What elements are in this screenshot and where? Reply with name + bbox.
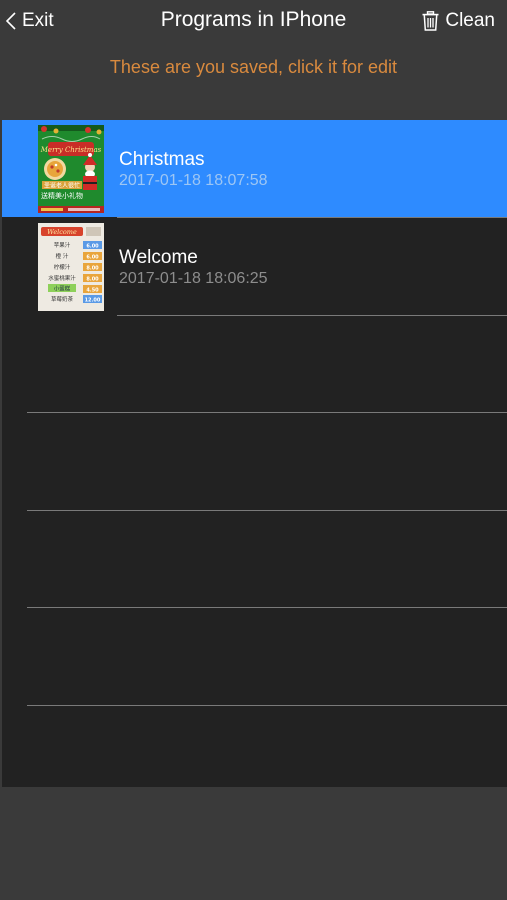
- row-separator: [117, 315, 507, 316]
- menu-item-name: 草莓奶茶: [51, 295, 74, 303]
- menu-item-name: 苹果汁: [54, 241, 71, 249]
- row-separator: [27, 705, 507, 706]
- menu-item-price: 8.00: [86, 266, 99, 272]
- menu-item-name: 水蜜桃果汁: [48, 274, 76, 282]
- menu-item-name: 橙 汁: [56, 252, 69, 260]
- menu-item-price: 8.00: [86, 277, 99, 283]
- program-title: Christmas: [119, 149, 205, 170]
- program-date: 2017-01-18 18:06:25: [119, 270, 268, 287]
- clean-button[interactable]: Clean: [422, 8, 495, 34]
- program-title: Welcome: [119, 247, 198, 268]
- thumb-caption-1: 圣诞老人很忙: [44, 182, 80, 190]
- chevron-left-icon: [6, 12, 16, 30]
- menu-item-price: 6.00: [86, 255, 99, 261]
- menu-item-price: 4.50: [86, 288, 99, 294]
- subtitle-text: These are you saved, click it for edit: [109, 57, 398, 77]
- row-separator: [27, 607, 507, 608]
- welcome-thumbnail: Welcome 苹果汁 6.00 橙 汁 6.00 柠檬汁 8.00 水蜜桃果汁…: [38, 223, 104, 311]
- bottom-area: [0, 787, 507, 900]
- christmas-thumbnail: Merry Christmas 圣诞老人很忙 送精美小礼物: [38, 125, 104, 213]
- exit-button[interactable]: Exit: [6, 8, 54, 34]
- thumb-banner-text: Welcome: [47, 228, 77, 236]
- menu-item-price: 12.00: [85, 298, 101, 304]
- thumb-caption-2: 送精美小礼物: [41, 191, 83, 200]
- menu-item-name: 小蛋糕: [54, 285, 71, 293]
- row-separator: [117, 217, 507, 218]
- program-date: 2017-01-18 18:07:58: [119, 172, 268, 189]
- programs-list[interactable]: Merry Christmas 圣诞老人很忙 送精美小礼物 Christmas …: [2, 120, 507, 787]
- trash-icon: [422, 11, 439, 31]
- row-separator: [27, 510, 507, 511]
- exit-label: Exit: [22, 10, 54, 31]
- row-separator: [27, 412, 507, 413]
- program-row-christmas[interactable]: Merry Christmas 圣诞老人很忙 送精美小礼物 Christmas …: [2, 120, 507, 217]
- menu-item-price: 6.00: [86, 244, 99, 250]
- program-row-welcome[interactable]: Welcome 苹果汁 6.00 橙 汁 6.00 柠檬汁 8.00 水蜜桃果汁…: [2, 218, 507, 315]
- clean-label: Clean: [445, 10, 495, 31]
- navigation-bar: Exit Programs in IPhone Clean: [0, 0, 507, 44]
- thumb-banner-text: Merry Christmas: [40, 146, 102, 154]
- menu-item-name: 柠檬汁: [54, 263, 71, 271]
